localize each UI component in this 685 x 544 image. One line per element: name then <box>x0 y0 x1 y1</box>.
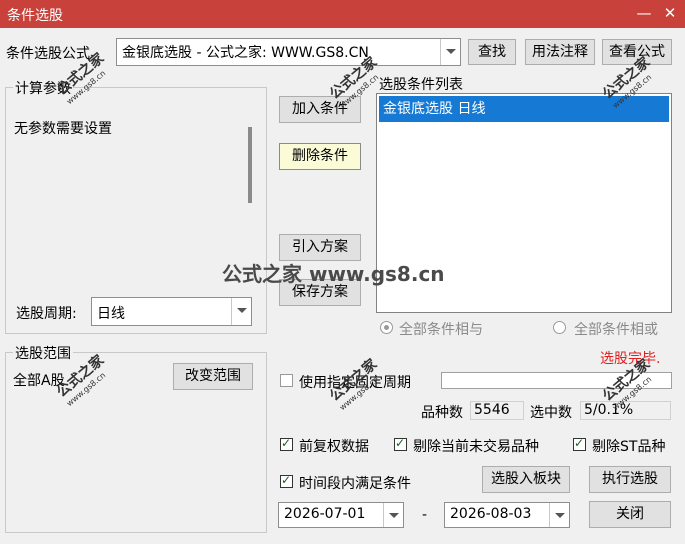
start-date-value: 2026-07-01 <box>284 506 366 522</box>
use-fixed-period-checkbox[interactable] <box>280 374 293 387</box>
params-scrollbar[interactable] <box>248 127 252 203</box>
chevron-down-icon[interactable] <box>440 39 460 65</box>
title-bar: 条件选股 — ✕ <box>0 0 685 28</box>
radio-or[interactable] <box>553 321 566 334</box>
period-select[interactable]: 日线 <box>91 297 252 326</box>
chevron-down-icon[interactable] <box>231 298 251 325</box>
time-range-checkbox[interactable] <box>280 473 293 488</box>
exclude-st-label: 剔除ST品种 <box>592 439 666 455</box>
radio-and-label: 全部条件相与 <box>399 322 483 338</box>
delete-condition-button[interactable]: 删除条件 <box>279 143 361 170</box>
count-value: 5546 <box>474 402 510 418</box>
condition-list-label: 选股条件列表 <box>379 77 463 93</box>
start-date-picker[interactable]: 2026-07-01 <box>278 502 404 528</box>
exclude-st-checkbox[interactable] <box>573 436 586 451</box>
exclude-untraded-label: 剔除当前未交易品种 <box>413 439 539 455</box>
change-scope-button[interactable]: 改变范围 <box>173 363 253 390</box>
minimize-icon[interactable]: — <box>633 2 655 24</box>
pre-rights-checkbox[interactable] <box>280 436 293 451</box>
time-range-label: 时间段内满足条件 <box>299 476 411 492</box>
close-icon[interactable]: ✕ <box>659 2 681 24</box>
count-field: 5546 <box>470 401 524 420</box>
radio-and[interactable] <box>380 321 393 334</box>
period-label: 选股周期: <box>16 306 77 322</box>
formula-select-value: 金银底选股 - 公式之家: WWW.GS8.CN <box>122 45 369 61</box>
end-date-picker[interactable]: 2026-08-03 <box>444 502 570 528</box>
find-button[interactable]: 查找 <box>468 39 516 65</box>
usage-button[interactable]: 用法注释 <box>525 39 595 65</box>
date-dash: - <box>422 507 428 523</box>
scope-legend: 选股范围 <box>13 343 73 363</box>
radio-or-label: 全部条件相或 <box>574 322 658 338</box>
formula-label: 条件选股公式 <box>6 46 90 62</box>
end-date-value: 2026-08-03 <box>450 506 532 522</box>
to-block-button[interactable]: 选股入板块 <box>482 466 570 493</box>
chevron-down-icon[interactable] <box>383 503 403 527</box>
watermark-text: 公式之家 www.gs8.cn <box>222 262 445 286</box>
formula-select[interactable]: 金银底选股 - 公式之家: WWW.GS8.CN <box>116 38 461 66</box>
params-text: 无参数需要设置 <box>14 121 112 137</box>
period-select-value: 日线 <box>97 306 125 322</box>
watermark-stamp: 公式之家 www.gs8.cn <box>326 356 381 413</box>
close-button[interactable]: 关闭 <box>589 501 671 528</box>
window-title: 条件选股 <box>7 8 63 24</box>
chevron-down-icon[interactable] <box>549 503 569 527</box>
pre-rights-label: 前复权数据 <box>299 439 369 455</box>
selected-label: 选中数 <box>530 405 572 421</box>
import-plan-button[interactable]: 引入方案 <box>279 234 361 261</box>
count-label: 品种数 <box>421 405 463 421</box>
exclude-untraded-checkbox[interactable] <box>394 436 407 451</box>
execute-button[interactable]: 执行选股 <box>589 466 671 493</box>
